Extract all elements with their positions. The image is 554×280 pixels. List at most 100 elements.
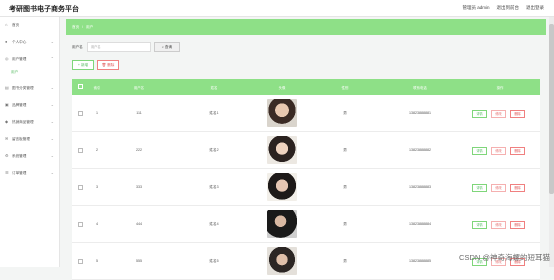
row-checkbox[interactable] [78,148,83,153]
add-button[interactable]: + 新增 [72,60,94,70]
avatar [267,247,297,275]
sidebar-item-label: 图书分类管理 [12,86,34,91]
chevron-down-icon: ⌄ [51,85,54,90]
delete-button[interactable]: 删除 [510,184,525,192]
avatar [267,210,297,238]
sidebar-item-label: 首页 [12,23,19,28]
edit-button[interactable]: 修改 [491,110,506,118]
sidebar-item-brand[interactable]: ▣ 品牌管理 ⌄ [0,100,60,110]
batch-delete-button[interactable]: 🗑 删除 [97,60,119,70]
table-header: 索引 用户名 姓名 头像 性别 联系电话 操作 [72,79,540,95]
cell-phone: 13823888885 [380,259,460,263]
cell-username: 333 [104,185,174,189]
table-row: 3333姓名3男13823888883详情修改删除 [72,169,540,206]
column-header-gender: 性别 [310,85,380,90]
row-checkbox[interactable] [78,111,83,116]
search-input[interactable]: 用户名 [87,42,151,52]
cell-username: 111 [104,111,174,115]
sidebar: ⌂ 首页 ● 个人中心 ⌄ ◎ 用户管理 ⌃ 用户 ▤ 图书分类管理 ⌄ ▣ 品… [0,17,60,267]
cell-name: 姓名3 [174,185,254,190]
sidebar-item-hot-products[interactable]: ◆ 热销商品管理 ⌄ [0,117,60,127]
edit-button[interactable]: 修改 [491,147,506,155]
app-title: 考研图书电子商务平台 [9,4,79,14]
scrollbar-thumb[interactable] [549,24,554,194]
home-icon: ⌂ [5,23,9,27]
sidebar-item-label: 系统管理 [12,154,26,159]
select-all-checkbox[interactable] [78,84,83,89]
delete-button[interactable]: 删除 [510,110,525,118]
cell-name: 姓名2 [174,148,254,153]
cell-gender: 男 [310,222,380,227]
column-header-actions: 操作 [460,85,540,90]
column-header-name: 姓名 [174,85,254,90]
chevron-down-icon: ⌄ [51,153,54,158]
row-checkbox[interactable] [78,185,83,190]
admin-user-label: 管理员 admin [462,5,489,11]
chevron-up-icon: ⌃ [51,56,54,61]
watermark: CSDN @神奇海螺的短耳猫 [459,252,550,263]
sidebar-item-label: 品牌管理 [12,103,26,108]
sidebar-item-users[interactable]: ◎ 用户管理 ⌃ [0,54,60,64]
trash-icon: 🗑 [102,63,107,67]
table-row: 4444姓名4男13823888884详情修改删除 [72,206,540,243]
column-header-phone: 联系电话 [380,85,460,90]
order-icon: ☰ [5,171,9,175]
sidebar-item-label: 用户管理 [12,57,26,62]
sidebar-item-label: 留言板管理 [12,137,30,142]
settings-icon: ⚙ [5,154,9,158]
main-content: 首页 / 用户 用户名 用户名 ⌕ 查询 + 新增 🗑 删除 索引 用户名 姓名… [66,19,546,267]
cell-phone: 13823888884 [380,222,460,226]
table-row: 1111姓名1男13823888881详情修改删除 [72,95,540,132]
sidebar-item-book-category[interactable]: ▤ 图书分类管理 ⌄ [0,83,60,93]
detail-button[interactable]: 详情 [472,147,487,155]
breadcrumb-current: 用户 [86,25,93,30]
search-label: 用户名 [72,45,83,50]
edit-button[interactable]: 修改 [491,184,506,192]
breadcrumb-home[interactable]: 首页 [72,25,79,30]
table-row: 2222姓名2男13823888882详情修改删除 [72,132,540,169]
sidebar-subitem-users[interactable]: 用户 [11,70,18,75]
search-icon: ⌕ [162,45,164,49]
user-icon: ● [5,40,9,44]
row-checkbox[interactable] [78,259,83,264]
delete-button[interactable]: 删除 [510,147,525,155]
cell-index: 5 [90,259,104,263]
cell-index: 2 [90,148,104,152]
sidebar-item-label: 热销商品管理 [12,120,34,125]
cell-gender: 男 [310,148,380,153]
sidebar-item-profile[interactable]: ● 个人中心 ⌄ [0,37,60,47]
row-checkbox[interactable] [78,222,83,227]
cell-username: 444 [104,222,174,226]
back-to-frontend-link[interactable]: 退出到前台 [497,5,520,11]
chevron-down-icon: ⌄ [51,170,54,175]
cell-phone: 13823888883 [380,185,460,189]
cell-phone: 13823888881 [380,111,460,115]
logout-link[interactable]: 退出登录 [526,5,544,11]
avatar [267,136,297,164]
batch-delete-label: 删除 [107,63,114,67]
detail-button[interactable]: 详情 [472,184,487,192]
detail-button[interactable]: 详情 [472,221,487,229]
column-header-avatar: 头像 [254,85,310,90]
avatar [267,173,297,201]
cell-index: 1 [90,111,104,115]
search-button-label: 查询 [165,45,172,49]
cell-name: 姓名4 [174,222,254,227]
sidebar-item-home[interactable]: ⌂ 首页 [0,20,60,30]
sidebar-item-message-board[interactable]: ✉ 留言板管理 ⌄ [0,134,60,144]
column-header-username: 用户名 [104,85,174,90]
cell-phone: 13823888882 [380,148,460,152]
cell-index: 3 [90,185,104,189]
search-button[interactable]: ⌕ 查询 [154,42,180,52]
delete-button[interactable]: 删除 [510,221,525,229]
sidebar-item-orders[interactable]: ☰ 订单管理 ⌄ [0,168,60,178]
cell-gender: 男 [310,259,380,264]
hot-icon: ◆ [5,120,9,124]
cell-gender: 男 [310,185,380,190]
chevron-down-icon: ⌄ [51,39,54,44]
cell-username: 222 [104,148,174,152]
edit-button[interactable]: 修改 [491,221,506,229]
sidebar-item-system[interactable]: ⚙ 系统管理 ⌄ [0,151,60,161]
detail-button[interactable]: 详情 [472,110,487,118]
sidebar-item-label: 个人中心 [12,40,26,45]
